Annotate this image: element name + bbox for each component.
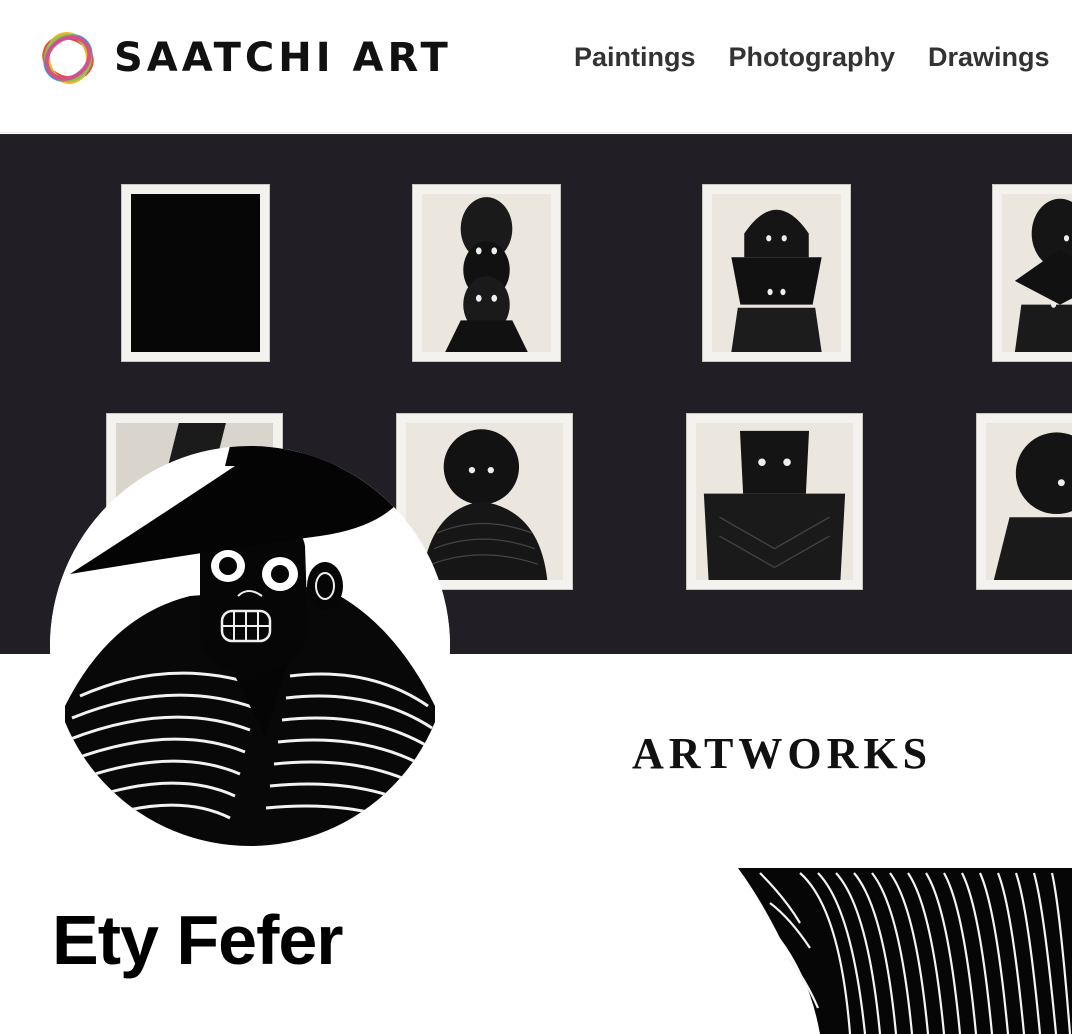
artist-avatar[interactable] <box>50 446 450 846</box>
framed-artwork <box>413 185 560 361</box>
site-header: SAATCHI ART Paintings Photography Drawin… <box>0 0 1072 133</box>
artist-name: Ety Fefer <box>52 901 344 979</box>
framed-artwork <box>703 185 850 361</box>
saatchi-logo-icon <box>42 32 94 84</box>
nav-item-photography[interactable]: Photography <box>729 41 896 73</box>
framed-artwork <box>122 185 269 361</box>
main-nav: Paintings Photography Drawings <box>574 41 1072 73</box>
figure-with-hat-avatar-icon <box>50 446 450 846</box>
framed-artwork <box>977 414 1072 589</box>
striped-artwork-preview-icon <box>738 868 1072 1034</box>
nav-item-drawings[interactable]: Drawings <box>928 41 1050 73</box>
nav-item-paintings[interactable]: Paintings <box>574 41 696 73</box>
saatchi-art-logo-link[interactable]: SAATCHI ART <box>38 28 452 88</box>
framed-artwork <box>993 185 1072 361</box>
brand-wordmark: SAATCHI ART <box>114 35 452 81</box>
artwork-thumbnail[interactable] <box>690 868 1072 1034</box>
framed-artwork <box>687 414 862 589</box>
artworks-heading: ARTWORKS <box>632 729 933 778</box>
